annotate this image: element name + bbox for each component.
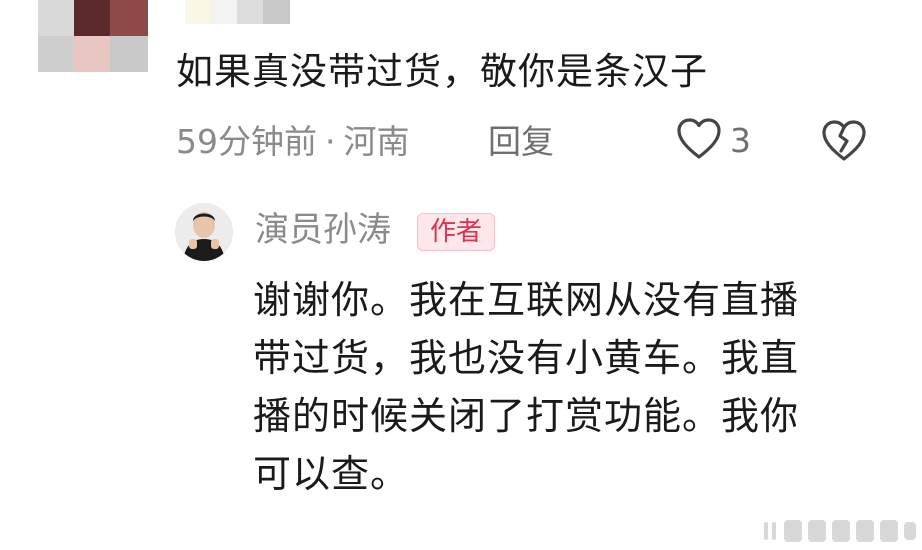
comment-location: 河南 [343,122,410,161]
commenter-name-blurred [185,0,290,24]
meta-separator: · [325,122,336,161]
watermark [760,514,920,546]
author-badge: 作者 [417,213,496,251]
comment-time: 59分钟前 [176,122,317,161]
like-button[interactable]: 3 [676,116,766,166]
comment-meta: 59分钟前 · 河南 [176,120,410,164]
author-avatar[interactable] [175,203,233,261]
author-name[interactable]: 演员孙涛 [255,208,391,252]
broken-heart-icon [820,120,868,168]
reply-line: 带过货，我也没有小黄车。我直 [253,336,800,380]
commenter-avatar[interactable] [38,0,148,72]
reply-line: 可以查。 [253,452,410,496]
comment-text: 如果真没带过货，敬你是条汉子 [176,50,708,93]
reply-button[interactable]: 回复 [488,120,554,164]
like-count: 3 [730,121,751,160]
heart-outline-icon [676,117,722,165]
reply-line: 播的时候关闭了打赏功能。我你 [253,394,800,438]
reply-text: 谢谢你。我在互联网从没有直播 带过货，我也没有小黄车。我直 播的时候关闭了打赏功… [253,271,863,503]
reply-line: 谢谢你。我在互联网从没有直播 [253,278,800,322]
dislike-button[interactable] [820,118,868,164]
